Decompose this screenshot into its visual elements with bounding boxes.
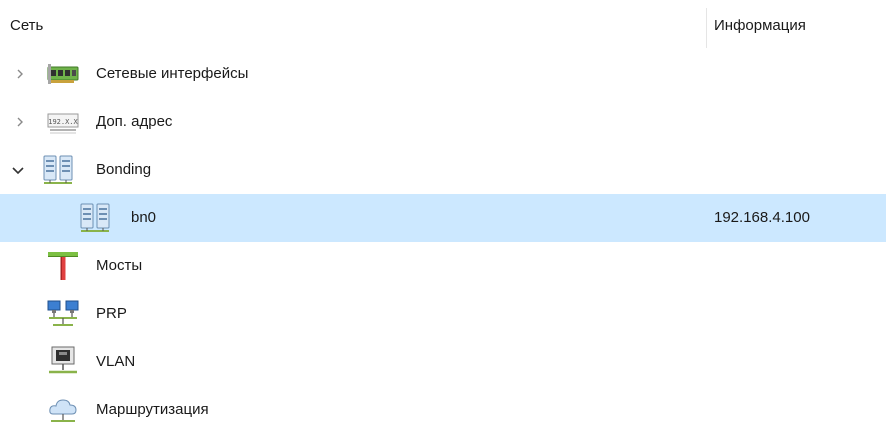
header-info-column[interactable]: Информация: [714, 16, 806, 36]
tree-item-label: Мосты: [96, 257, 143, 274]
tree-item-routing[interactable]: Маршрутизация: [0, 386, 886, 431]
tree-item-label: PRP: [96, 305, 127, 322]
svg-text:192.X.X: 192.X.X: [48, 118, 78, 126]
bridge-icon: [48, 252, 78, 280]
tree-item-bn0[interactable]: bn0 192.168.4.100: [0, 194, 886, 242]
chevron-right-icon[interactable]: [12, 114, 28, 130]
column-header: Сеть Информация: [0, 0, 886, 50]
header-column-separator[interactable]: [706, 8, 707, 48]
tree-item-prp[interactable]: PRP: [0, 290, 886, 338]
tree-item-label: Сетевые интерфейсы: [96, 65, 249, 82]
tree-item-additional-address[interactable]: 192.X.X Доп. адрес: [0, 98, 886, 146]
tree-item-vlan[interactable]: VLAN: [0, 338, 886, 386]
network-card-icon: [47, 64, 79, 84]
ip-address-icon: 192.X.X: [47, 113, 79, 134]
tree-item-label: bn0: [131, 209, 157, 226]
tree-item-label: Доп. адрес: [96, 113, 173, 130]
chevron-down-icon[interactable]: [10, 162, 26, 178]
tree-item-network-interfaces[interactable]: Сетевые интерфейсы: [0, 50, 886, 98]
tree-item-label: Маршрутизация: [96, 401, 209, 418]
bonding-icon: [43, 155, 73, 184]
vlan-icon: [49, 346, 77, 374]
tree-item-info: 192.168.4.100: [714, 209, 810, 226]
tree-item-bridges[interactable]: Мосты: [0, 242, 886, 290]
tree-item-label: VLAN: [96, 353, 136, 370]
tree-item-label: Bonding: [96, 161, 152, 178]
bonding-icon: [80, 203, 110, 232]
prp-icon: [47, 300, 79, 326]
routing-icon: [49, 399, 77, 422]
header-name-column[interactable]: Сеть: [10, 16, 43, 36]
tree-item-bonding[interactable]: Bonding: [0, 146, 886, 194]
chevron-right-icon[interactable]: [12, 66, 28, 82]
